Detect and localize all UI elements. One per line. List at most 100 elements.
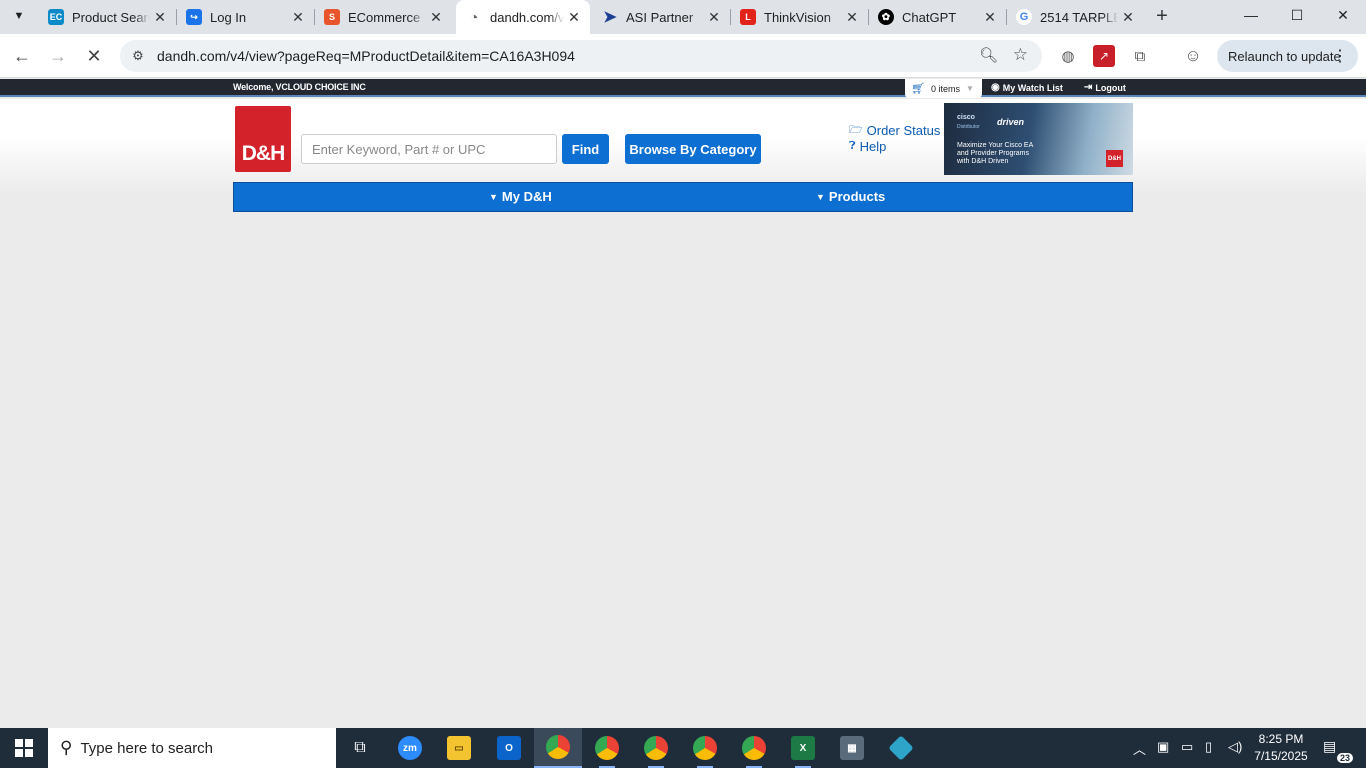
meet-now-icon[interactable]: ▣ — [1157, 739, 1169, 755]
excel-icon: X — [791, 736, 815, 760]
relaunch-button[interactable]: Relaunch to update ⋮ — [1217, 40, 1358, 72]
tab-chatgpt[interactable]: ✿ ChatGPT ✕ — [868, 0, 1007, 34]
lenovo-icon: L — [740, 9, 756, 25]
cart-icon: 🛒︎ — [911, 83, 925, 95]
notification-center-button[interactable]: ▤ 23 — [1323, 738, 1353, 763]
chrome-icon — [693, 736, 717, 760]
chrome-profile-5[interactable] — [730, 728, 778, 768]
site-header: D&H Find Browse By Category 🗁 Order Stat… — [0, 99, 1366, 194]
chrome-app-active[interactable] — [534, 728, 582, 768]
site-info-icon[interactable]: ⚙ — [128, 46, 148, 66]
zoom-icon[interactable]: 🔍︎ — [979, 46, 998, 64]
nav-my-dh[interactable]: ▼ My D&H — [489, 189, 552, 204]
logo-text: D&H — [241, 142, 285, 165]
driven-logo: driven — [997, 117, 1025, 127]
calculator-app[interactable]: ▦ — [828, 728, 876, 768]
bookmark-star-icon[interactable]: ☆ — [1013, 45, 1028, 65]
nav-products[interactable]: ▼ Products — [816, 189, 885, 204]
chrome-icon — [644, 736, 668, 760]
close-icon[interactable]: ✕ — [980, 7, 1000, 27]
tab-title: dandh.com/v4/view — [490, 9, 564, 25]
extensions-puzzle-icon[interactable]: ⧉ — [1129, 45, 1151, 67]
page-content: Welcome, VCLOUD CHOICE INC 🛒︎ 0 items ▼ … — [0, 79, 1366, 728]
stop-button[interactable]: ✕ — [79, 41, 109, 71]
tab-google-search[interactable]: G 2514 TARPLEY ✕ — [1006, 0, 1144, 34]
help-link[interactable]: ❓︎ Help — [849, 139, 886, 154]
tab-search-button[interactable]: ▼ — [6, 3, 32, 29]
cisco-logo: cisco — [957, 114, 975, 121]
login-icon: ↪ — [186, 9, 202, 25]
tab-asi-partner[interactable]: ➤ ASI Partner ✕ — [592, 0, 731, 34]
search-input[interactable] — [301, 134, 557, 164]
logout-link[interactable]: ⇥ Logout — [1084, 82, 1126, 93]
watch-list-link[interactable]: ◉ My Watch List — [991, 82, 1063, 93]
close-icon[interactable]: ✕ — [842, 7, 862, 27]
arrow-left-icon: ← — [13, 45, 31, 66]
cart-dropdown[interactable]: 🛒︎ 0 items ▼ — [905, 79, 982, 98]
cisco-promo-banner[interactable]: cisco Distributor driven Maximize Your C… — [944, 103, 1133, 175]
tab-ecommerce[interactable]: S ECommerce ✕ — [314, 0, 452, 34]
address-bar[interactable]: ⚙ dandh.com/v4/view?pageReq=MProductDeta… — [120, 40, 1042, 72]
snip-app[interactable] — [877, 728, 925, 768]
close-icon[interactable]: ✕ — [426, 7, 446, 27]
pdf-extension-icon[interactable]: ↗ — [1093, 45, 1115, 67]
more-menu-icon[interactable]: ⋮ — [1332, 46, 1348, 66]
ecommerce-icon: S — [324, 9, 340, 25]
windows-taskbar: ⚲ Type here to search ⧉ zm ▭ O X ▦ ︿ ▣ ▭… — [0, 728, 1366, 768]
asi-icon: ➤ — [603, 9, 617, 26]
show-hidden-icons[interactable]: ︿ — [1133, 739, 1146, 758]
folder-icon: ▭ — [447, 736, 471, 760]
battery-icon[interactable]: ▭ — [1181, 739, 1193, 755]
close-icon[interactable]: ✕ — [1118, 7, 1138, 27]
back-button[interactable]: ← — [7, 41, 37, 71]
chrome-profile-4[interactable] — [681, 728, 729, 768]
maximize-button[interactable]: ☐ — [1274, 0, 1320, 30]
order-status-link[interactable]: 🗁 Order Status — [849, 121, 940, 140]
find-button[interactable]: Find — [562, 134, 609, 164]
task-view-button[interactable]: ⧉ — [336, 728, 384, 768]
minimize-button[interactable]: — — [1228, 0, 1274, 30]
close-window-button[interactable]: ✕ — [1320, 0, 1366, 30]
system-clock[interactable]: 8:25 PM 7/15/2025 — [1251, 731, 1311, 765]
close-icon: ✕ — [1337, 6, 1349, 23]
logout-icon: ⇥ — [1084, 82, 1093, 93]
ec-icon: EC — [48, 9, 64, 25]
tab-title: Log In — [210, 9, 247, 25]
excel-app[interactable]: X — [779, 728, 827, 768]
nav-label: Products — [828, 189, 886, 204]
outlook-app[interactable]: O — [485, 728, 533, 768]
tab-product-search[interactable]: EC Product Search ✕ — [38, 0, 177, 34]
browse-by-category-button[interactable]: Browse By Category — [625, 134, 761, 164]
taskbar-search[interactable]: ⚲ Type here to search — [48, 728, 336, 768]
close-icon[interactable]: ✕ — [288, 7, 308, 27]
volume-icon[interactable]: ◁) — [1228, 739, 1242, 755]
globe-extension-icon[interactable]: ◍ — [1057, 45, 1079, 67]
close-icon[interactable]: ✕ — [704, 7, 724, 27]
chrome-profile-3[interactable] — [632, 728, 680, 768]
notification-icon: ▤ — [1323, 738, 1337, 754]
logout-label: Logout — [1095, 82, 1126, 93]
start-button[interactable] — [0, 728, 48, 768]
chrome-profile-2[interactable] — [583, 728, 631, 768]
zoom-app[interactable]: zm — [386, 728, 434, 768]
close-icon[interactable]: ✕ — [150, 7, 170, 27]
tab-title: ECommerce — [348, 9, 421, 25]
maximize-icon: ☐ — [1290, 6, 1304, 23]
tab-log-in[interactable]: ↪ Log In ✕ — [176, 0, 315, 34]
file-explorer-app[interactable]: ▭ — [435, 728, 483, 768]
profile-icon[interactable]: ☺ — [1182, 45, 1204, 67]
network-icon[interactable]: ▯ — [1205, 739, 1212, 755]
close-icon[interactable]: ✕ — [564, 7, 584, 27]
folder-open-icon: 🗁 — [849, 124, 863, 136]
zoom-icon: zm — [398, 736, 422, 760]
caret-down-icon: ▼ — [965, 84, 974, 93]
tab-strip: ▼ EC Product Search ✕ ↪ Log In ✕ S EComm… — [0, 0, 1366, 34]
tab-dandh-active[interactable]: ◔ dandh.com/v4/view ✕ — [456, 0, 590, 34]
dh-logo[interactable]: D&H — [235, 106, 291, 172]
banner-line: with D&H Driven — [957, 158, 1009, 165]
question-circle-icon: ❓︎ — [849, 140, 856, 152]
forward-button[interactable]: → — [43, 41, 73, 71]
tab-thinkvision[interactable]: L ThinkVision ✕ — [730, 0, 869, 34]
url-text[interactable]: dandh.com/v4/view?pageReq=MProductDetail… — [157, 48, 575, 64]
new-tab-button[interactable]: + — [1150, 4, 1174, 28]
